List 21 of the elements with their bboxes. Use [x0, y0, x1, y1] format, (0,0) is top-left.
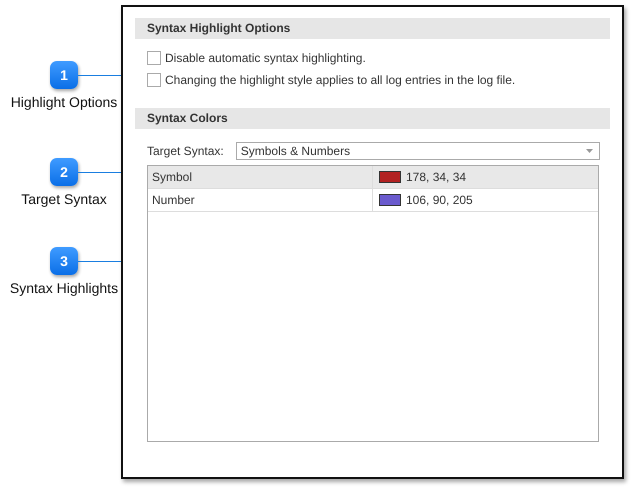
callout-badge: 1 [50, 61, 78, 89]
callout-label: Highlight Options [10, 94, 118, 110]
syntax-dropdown[interactable]: Symbols & Numbers [236, 142, 600, 160]
table-row[interactable]: Symbol 178, 34, 34 [148, 166, 598, 189]
field-label: Target Syntax: [147, 144, 224, 158]
table-cell: Symbol [148, 166, 373, 188]
checkbox-label: Disable automatic syntax highlighting. [165, 51, 366, 65]
callout-badge: 2 [50, 158, 78, 186]
table-cell: 178, 34, 34 [406, 170, 466, 184]
section-header: Syntax Colors [135, 108, 610, 129]
table-row[interactable]: Number 106, 90, 205 [148, 189, 598, 212]
checkbox-label: Changing the highlight style applies to all log entries in the log file. [165, 73, 516, 87]
checkbox[interactable] [147, 51, 161, 65]
table-cell: 106, 90, 205 [406, 193, 473, 207]
callout-badge: 3 [50, 247, 78, 275]
section-header: Syntax Highlight Options [135, 18, 610, 39]
callout-label: Syntax Highlights [8, 280, 120, 296]
checkbox[interactable] [147, 73, 161, 87]
callout-label: Target Syntax [20, 191, 108, 207]
caret-icon [586, 149, 593, 153]
table-cell: Number [148, 189, 373, 211]
